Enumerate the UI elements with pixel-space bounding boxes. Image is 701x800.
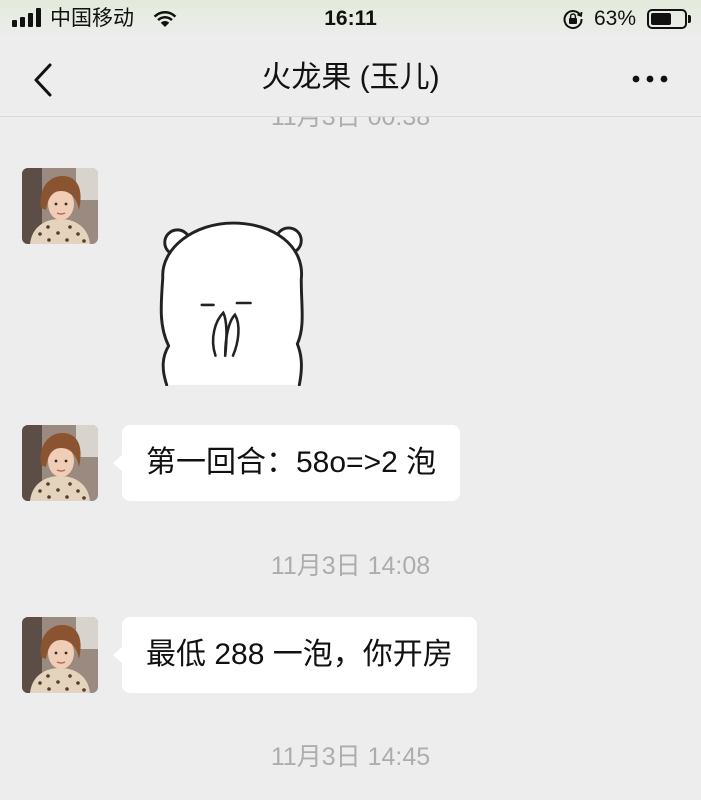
more-button[interactable] [626, 64, 674, 94]
message-timestamp: 11月3日 14:08 [270, 552, 431, 580]
message-bubble[interactable]: 最低 288 一泡，你开房 [113, 617, 477, 693]
message-text: 最低 288 一泡，你开房 [146, 638, 453, 671]
more-dots-icon [632, 75, 668, 83]
chat-message-list[interactable]: 11月3日 00:38 第一回合：58o=>2 泡 11月3日 14:08 最低… [0, 117, 701, 800]
message-timestamp: 11月3日 00:38 [270, 117, 431, 131]
bear-praying-hands-sticker-icon[interactable] [155, 218, 311, 386]
message-text: 第一回合：58o=>2 泡 [146, 446, 437, 479]
chat-title: 火龙果 (玉儿) [261, 61, 440, 94]
battery-nub [688, 15, 691, 23]
battery-icon [647, 9, 687, 29]
battery-percent: 63% [594, 7, 637, 30]
contact-avatar-icon[interactable] [22, 168, 98, 244]
orientation-lock-icon [563, 10, 583, 30]
chat-header: 火龙果 (玉儿) [0, 40, 701, 116]
contact-avatar-icon[interactable] [22, 425, 98, 501]
message-bubble[interactable]: 第一回合：58o=>2 泡 [112, 425, 461, 501]
battery-level-fill [651, 13, 672, 25]
contact-avatar-icon[interactable] [22, 617, 98, 693]
status-bar: 中国移动 16:11 63% [0, 0, 701, 40]
message-timestamp: 11月3日 14:45 [270, 743, 431, 771]
